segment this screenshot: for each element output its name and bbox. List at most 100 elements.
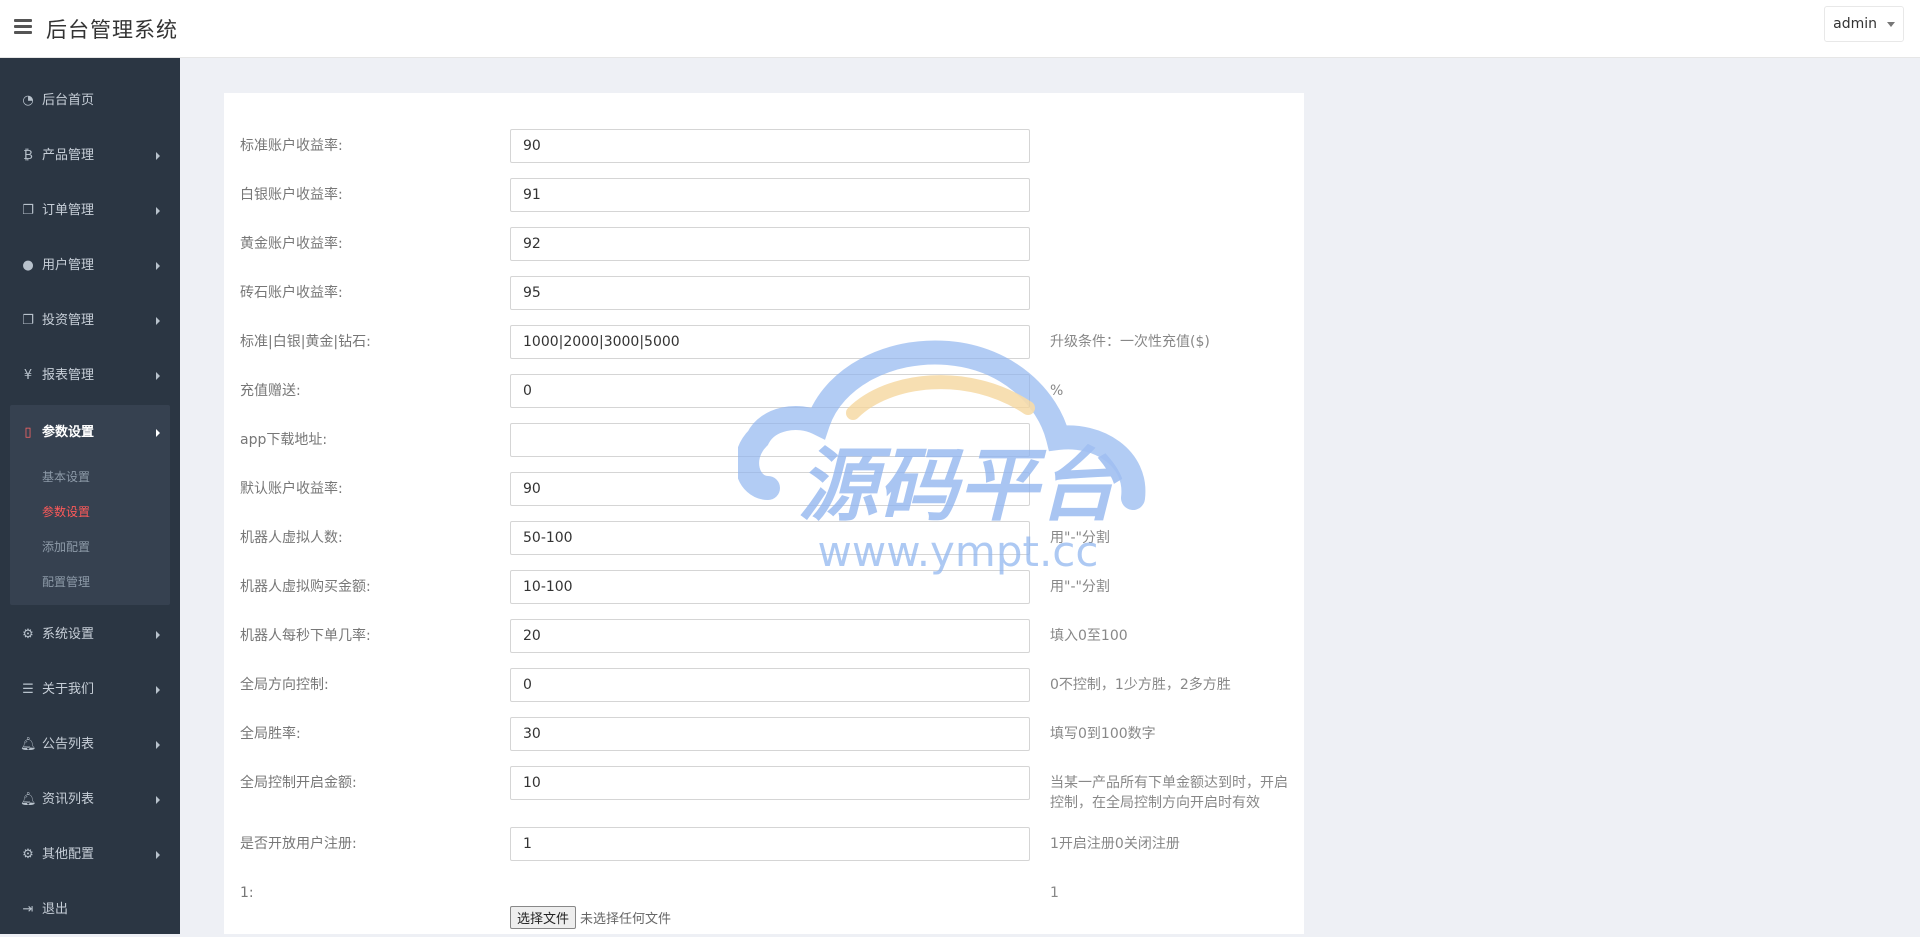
- sidebar-item-investments[interactable]: ❐ 投资管理: [0, 293, 180, 348]
- open-registration-input[interactable]: [510, 827, 1030, 861]
- chevron-right-icon: [156, 686, 160, 694]
- field-label: 黄金账户收益率:: [240, 236, 343, 252]
- field-hint: 用"-"分割: [1050, 530, 1110, 546]
- sidebar-item-label: 资讯列表: [42, 792, 95, 807]
- sidebar-item-label: 产品管理: [42, 148, 95, 163]
- top-header: 后台管理系统 admin: [0, 0, 1920, 58]
- sidebar-item-orders[interactable]: ❐ 订单管理: [0, 183, 180, 238]
- field-hint: 当某一产品所有下单金额达到时，开启控制，在全局控制方向开启时有效: [1050, 775, 1288, 811]
- diamond-rate-input[interactable]: [510, 276, 1030, 310]
- sidebar-item-news[interactable]: 🔔︎ 资讯列表: [0, 772, 180, 827]
- field-label: app下载地址:: [240, 432, 328, 448]
- robot-order-rate-input[interactable]: [510, 619, 1030, 653]
- field-label: 全局胜率:: [240, 726, 301, 742]
- sidebar-item-reports[interactable]: ¥ 报表管理: [0, 348, 180, 403]
- chevron-right-icon: [156, 317, 160, 325]
- file-icon: ▯: [24, 425, 32, 440]
- sidebar-group-params: ▯ 参数设置 基本设置 参数设置 添加配置 配置管理: [10, 405, 170, 605]
- dashboard-icon: ◔: [22, 93, 34, 108]
- sidebar-item-label: 投资管理: [42, 313, 95, 328]
- field-label: 机器人虚拟购买金额:: [240, 579, 371, 595]
- field-label: 1:: [240, 885, 254, 901]
- global-control-amount-input[interactable]: [510, 766, 1030, 800]
- field-hint: 1开启注册0关闭注册: [1050, 836, 1180, 852]
- chevron-right-icon: [156, 851, 160, 859]
- user-name: admin: [1833, 16, 1877, 32]
- sidebar-item-label: 参数设置: [42, 425, 95, 440]
- yen-icon: ¥: [23, 368, 33, 383]
- choose-file-button[interactable]: 选择文件: [510, 906, 577, 929]
- field-label: 砖石账户收益率:: [240, 285, 343, 301]
- sidebar-item-params[interactable]: ▯ 参数设置: [10, 405, 170, 460]
- global-direction-input[interactable]: [510, 668, 1030, 702]
- sidebar-item-dashboard[interactable]: ◔ 后台首页: [0, 73, 180, 128]
- gear-icon: ⚙: [22, 847, 34, 862]
- settings-form-panel: 标准账户收益率: 白银账户收益率: 黄金账户收益率: 砖石账户收益率: 标准|白…: [224, 93, 1304, 934]
- sidebar-item-label: 公告列表: [42, 737, 95, 752]
- field-label: 充值赠送:: [240, 383, 301, 399]
- chevron-right-icon: [156, 741, 160, 749]
- tier-thresholds-input[interactable]: [510, 325, 1030, 359]
- sidebar-item-label: 用户管理: [42, 258, 95, 273]
- sidebar-item-label: 报表管理: [42, 368, 95, 383]
- sidebar-subitem-params[interactable]: 参数设置: [10, 495, 170, 530]
- robot-amount-input[interactable]: [510, 570, 1030, 604]
- sidebar-item-label: 系统设置: [42, 627, 95, 642]
- field-label: 机器人每秒下单几率:: [240, 628, 371, 644]
- sidebar-item-products[interactable]: ₿ 产品管理: [0, 128, 180, 183]
- copy-icon: ❐: [22, 313, 34, 328]
- sidebar-item-label: 关于我们: [42, 682, 95, 697]
- field-label: 白银账户收益率:: [240, 187, 343, 203]
- gears-icon: ⚙: [22, 627, 34, 642]
- chevron-right-icon: [156, 262, 160, 270]
- chevron-right-icon: [156, 207, 160, 215]
- field-hint: 用"-"分割: [1050, 579, 1110, 595]
- chevron-right-icon: [156, 631, 160, 639]
- sidebar-item-system[interactable]: ⚙ 系统设置: [0, 607, 180, 662]
- sidebar-item-logout[interactable]: ⇥ 退出: [0, 882, 180, 937]
- copy-icon: ❐: [22, 203, 34, 218]
- field-hint: 升级条件：一次性充值($): [1050, 334, 1210, 350]
- file-picker: 选择文件 未选择任何文件: [510, 906, 671, 929]
- sidebar-item-label: 订单管理: [42, 203, 95, 218]
- sidebar-subitem-add-config[interactable]: 添加配置: [10, 530, 170, 565]
- silver-rate-input[interactable]: [510, 178, 1030, 212]
- sidebar-subitem-basic[interactable]: 基本设置: [10, 460, 170, 495]
- field-label: 默认账户收益率:: [240, 481, 343, 497]
- user-menu-dropdown[interactable]: admin: [1824, 6, 1904, 42]
- app-title: 后台管理系统: [46, 18, 178, 42]
- default-rate-input[interactable]: [510, 472, 1030, 506]
- chevron-right-icon: [156, 796, 160, 804]
- sidebar-item-label: 退出: [42, 902, 69, 917]
- app-download-url-input[interactable]: [510, 423, 1030, 457]
- sidebar: ◔ 后台首页 ₿ 产品管理 ❐ 订单管理 ● 用户管理 ❐ 投资管理 ¥ 报表管理 ▯ 参数设…: [0, 58, 180, 934]
- field-hint: 填入0至100: [1050, 628, 1128, 644]
- menu-toggle-icon[interactable]: [14, 19, 32, 35]
- field-label: 机器人虚拟人数:: [240, 530, 343, 546]
- sidebar-item-users[interactable]: ● 用户管理: [0, 238, 180, 293]
- chevron-right-icon: [156, 152, 160, 160]
- bell-icon: 🔔︎: [20, 737, 37, 752]
- field-hint: 1: [1050, 885, 1059, 901]
- standard-rate-input[interactable]: [510, 129, 1030, 163]
- field-label: 全局控制开启金额:: [240, 775, 357, 791]
- global-win-rate-input[interactable]: [510, 717, 1030, 751]
- sidebar-item-label: 后台首页: [42, 93, 95, 108]
- recharge-bonus-input[interactable]: [510, 374, 1030, 408]
- user-icon: ●: [22, 258, 34, 273]
- sidebar-item-other-config[interactable]: ⚙ 其他配置: [0, 827, 180, 882]
- robot-count-input[interactable]: [510, 521, 1030, 555]
- sidebar-subitem-config-manage[interactable]: 配置管理: [10, 565, 170, 600]
- sidebar-item-label: 其他配置: [42, 847, 95, 862]
- bell-icon: 🔔︎: [20, 792, 37, 807]
- field-hint: %: [1050, 383, 1064, 399]
- gold-rate-input[interactable]: [510, 227, 1030, 261]
- sidebar-item-notices[interactable]: 🔔︎ 公告列表: [0, 717, 180, 772]
- field-hint: 0不控制，1少方胜，2多方胜: [1050, 677, 1231, 693]
- field-label: 全局方向控制:: [240, 677, 329, 693]
- sidebar-item-about[interactable]: ☰ 关于我们: [0, 662, 180, 717]
- field-label: 是否开放用户注册:: [240, 836, 357, 852]
- field-hint: 填写0到100数字: [1050, 726, 1156, 742]
- chevron-right-icon: [156, 429, 160, 437]
- caret-down-icon: [1887, 22, 1895, 27]
